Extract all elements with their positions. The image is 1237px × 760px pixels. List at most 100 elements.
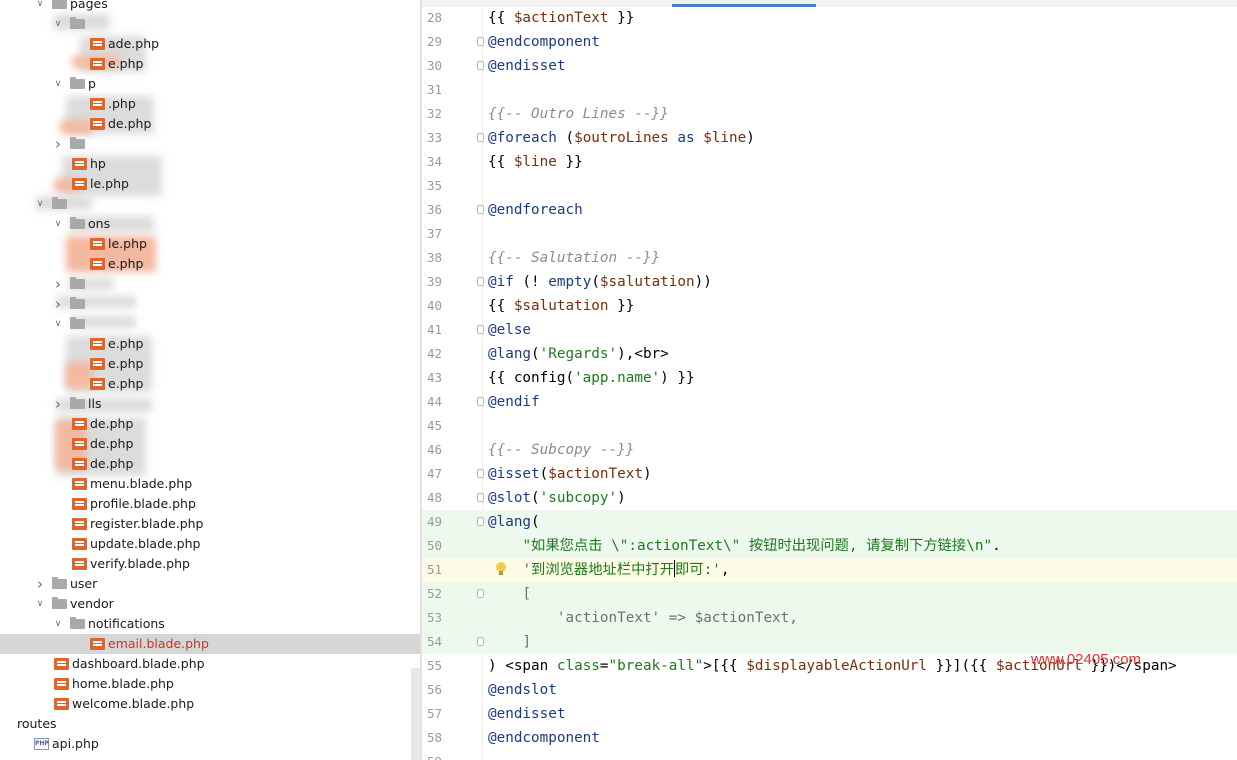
tree-folder-row[interactable]: › [0,294,420,314]
fold-marker-icon[interactable] [477,517,484,526]
code-line[interactable]: 31 [422,78,1237,102]
tree-file-row[interactable]: welcome.blade.php [0,694,420,714]
code-line[interactable]: 50 "如果您点击 \":actionText\" 按钮时出现问题, 请复制下方… [422,534,1237,558]
tree-file-row[interactable]: de.php [0,434,420,454]
tree-folder-row[interactable]: ∨ [0,14,420,34]
tree-folder-row[interactable]: ∨ [0,194,420,214]
code-line[interactable]: 51 '到浏览器地址栏中打开即可:', [422,558,1237,582]
chevron-down-icon[interactable]: ∨ [52,14,64,34]
code-line[interactable]: 37 [422,222,1237,246]
line-number: 44 [426,394,442,409]
code-line[interactable]: 56 @endslot [422,678,1237,702]
code-line[interactable]: 32 {{-- Outro Lines --}} [422,102,1237,126]
fold-marker-icon[interactable] [477,205,484,214]
code-line[interactable]: 38 {{-- Salutation --}} [422,246,1237,270]
tree-file-row[interactable]: e.php [0,334,420,354]
code-line[interactable]: 34 {{ $line }} [422,150,1237,174]
tree-file-row[interactable]: e.php [0,374,420,394]
tree-folder-row[interactable]: routes [0,714,420,734]
tree-file-row[interactable]: email.blade.php [0,634,420,654]
tree-file-row[interactable]: de.php [0,114,420,134]
code-line[interactable]: 36 @endforeach [422,198,1237,222]
fold-marker-icon[interactable] [477,469,484,478]
tree-file-row[interactable]: hp [0,154,420,174]
code-line[interactable]: 48 @slot('subcopy') [422,486,1237,510]
tree-folder-row[interactable]: › [0,134,420,154]
tree-folder-row[interactable]: › user [0,574,420,594]
code-line[interactable]: 40 {{ $salutation }} [422,294,1237,318]
chevron-down-icon[interactable]: ∨ [34,594,46,614]
code-line[interactable]: 35 [422,174,1237,198]
tree-file-row[interactable]: le.php [0,174,420,194]
fold-marker-icon[interactable] [477,397,484,406]
code-line[interactable]: 43 {{ config('app.name') }} [422,366,1237,390]
tree-folder-row[interactable]: ∨ pages [0,0,420,14]
chevron-down-icon[interactable]: ∨ [34,194,46,214]
tree-file-row[interactable]: e.php [0,54,420,74]
code-line[interactable]: 33 @foreach ($outroLines as $line) [422,126,1237,150]
tree-folder-row[interactable]: ∨ vendor [0,594,420,614]
tree-file-row[interactable]: le.php [0,234,420,254]
chevron-down-icon[interactable]: ∨ [52,614,64,634]
line-number: 38 [426,250,442,265]
fold-marker-icon[interactable] [477,637,484,646]
project-tree[interactable]: ∨ pages ∨ ade.php e.php ∨ p .php de.php › hp le.php… [0,0,420,760]
tree-file-row[interactable]: verify.blade.php [0,554,420,574]
code-line[interactable]: 45 [422,414,1237,438]
code-line[interactable]: 29 @endcomponent [422,30,1237,54]
chevron-down-icon[interactable]: ∨ [52,74,64,94]
chevron-right-icon[interactable]: › [52,134,64,154]
tree-folder-row[interactable]: ∨ notifications [0,614,420,634]
code-line[interactable]: 39 @if (! empty($salutation)) [422,270,1237,294]
tree-file-row[interactable]: ade.php [0,34,420,54]
tree-folder-row[interactable]: ∨ [0,314,420,334]
fold-marker-icon[interactable] [477,589,484,598]
tree-file-row[interactable]: PHP api.php [0,734,420,754]
tree-file-row[interactable]: e.php [0,254,420,274]
fold-marker-icon[interactable] [477,325,484,334]
tree-file-row[interactable]: register.blade.php [0,514,420,534]
tree-file-row[interactable]: menu.blade.php [0,474,420,494]
code-line[interactable]: 57 @endisset [422,702,1237,726]
chevron-right-icon[interactable]: › [52,394,64,414]
code-line[interactable]: 58 @endcomponent [422,726,1237,750]
chevron-right-icon[interactable]: › [52,274,64,294]
chevron-right-icon[interactable]: › [34,574,46,594]
tree-folder-row[interactable]: ∨ p [0,74,420,94]
code-line[interactable]: 46 {{-- Subcopy --}} [422,438,1237,462]
tree-item-label: dashboard.blade.php [72,656,205,671]
tree-file-row[interactable]: de.php [0,454,420,474]
code-line[interactable]: 30 @endisset [422,54,1237,78]
code-line[interactable]: 44 @endif [422,390,1237,414]
code-line[interactable]: 47 @isset($actionText) [422,462,1237,486]
chevron-down-icon[interactable]: ∨ [52,214,64,234]
tree-folder-row[interactable]: › [0,274,420,294]
fold-marker-icon[interactable] [477,493,484,502]
tree-file-row[interactable]: de.php [0,414,420,434]
code-text: @isset($actionText) [488,466,652,482]
chevron-right-icon[interactable]: › [52,294,64,314]
chevron-down-icon[interactable]: ∨ [34,0,46,14]
tree-file-row[interactable]: e.php [0,354,420,374]
code-editor[interactable]: 28 {{ $actionText }} 29 @endcomponent 30 @end… [422,0,1237,760]
code-line[interactable]: 28 {{ $actionText }} [422,6,1237,30]
fold-marker-icon[interactable] [477,37,484,46]
tree-file-row[interactable]: dashboard.blade.php [0,654,420,674]
code-line[interactable]: 41 @else [422,318,1237,342]
tree-file-row[interactable]: .php [0,94,420,114]
code-line[interactable]: 53 'actionText' => $actionText, [422,606,1237,630]
code-line[interactable]: 59 [422,750,1237,760]
tree-folder-row[interactable]: ∨ ons [0,214,420,234]
tree-folder-row[interactable]: › lls [0,394,420,414]
tree-file-row[interactable]: profile.blade.php [0,494,420,514]
tree-scrollbar[interactable] [411,668,420,760]
code-line[interactable]: 52 [ [422,582,1237,606]
fold-marker-icon[interactable] [477,133,484,142]
chevron-down-icon[interactable]: ∨ [52,314,64,334]
fold-marker-icon[interactable] [477,61,484,70]
code-line[interactable]: 42 @lang('Regards'),<br> [422,342,1237,366]
tree-file-row[interactable]: home.blade.php [0,674,420,694]
code-line[interactable]: 49 @lang( [422,510,1237,534]
tree-file-row[interactable]: update.blade.php [0,534,420,554]
fold-marker-icon[interactable] [477,277,484,286]
